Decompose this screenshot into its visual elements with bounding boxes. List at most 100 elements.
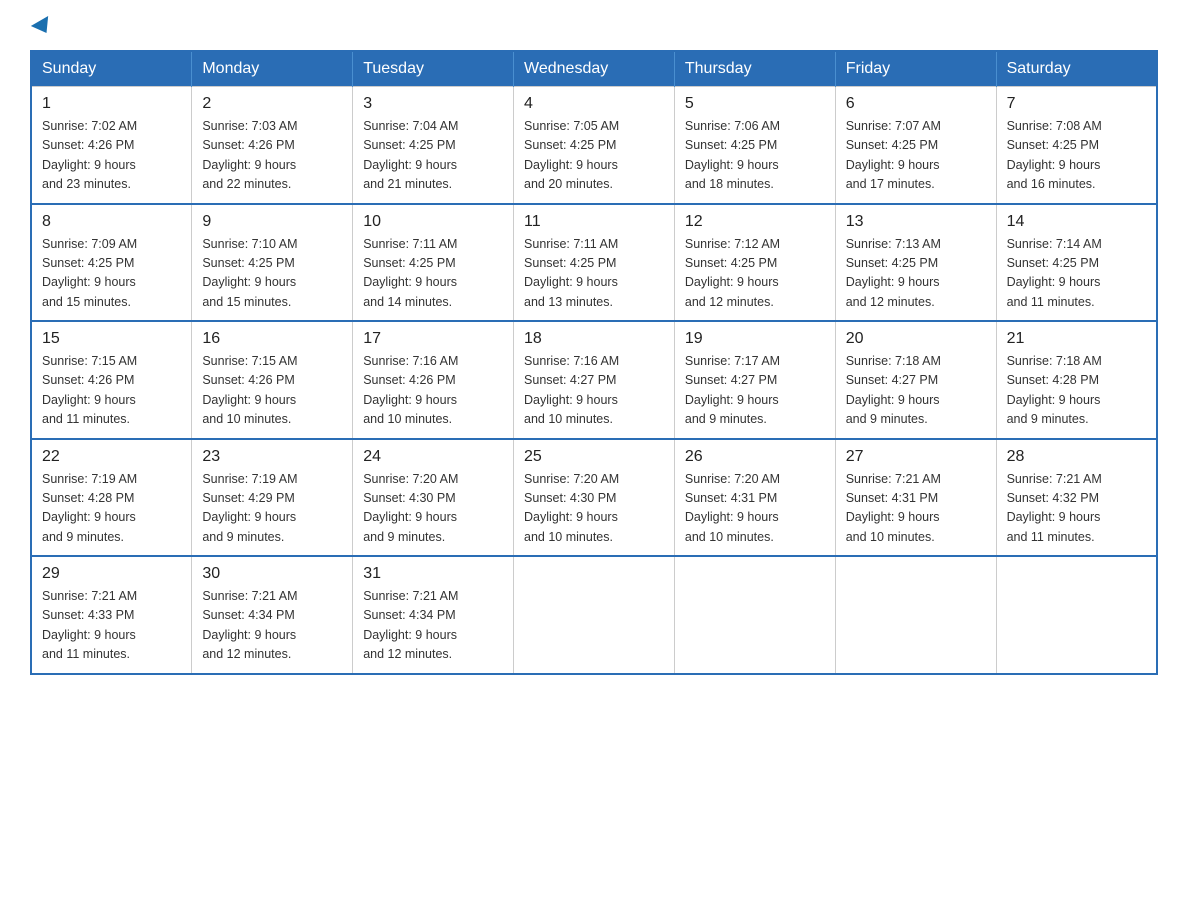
calendar-day-cell: 30 Sunrise: 7:21 AMSunset: 4:34 PMDayligh… [192, 556, 353, 674]
day-number: 12 [685, 213, 825, 231]
day-sun-info: Sunrise: 7:21 AMSunset: 4:32 PMDaylight:… [1007, 470, 1146, 548]
calendar-day-cell: 15Sunrise: 7:15 AMSunset: 4:26 PMDayligh… [31, 321, 192, 439]
calendar-header-row: SundayMondayTuesdayWednesdayThursdayFrid… [31, 51, 1157, 87]
day-number: 20 [846, 330, 986, 348]
day-number: 21 [1007, 330, 1146, 348]
day-sun-info: Sunrise: 7:15 AMSunset: 4:26 PMDaylight:… [202, 352, 342, 430]
header [30, 20, 1158, 34]
day-number: 24 [363, 448, 503, 466]
day-number: 26 [685, 448, 825, 466]
day-number: 5 [685, 95, 825, 113]
day-number: 28 [1007, 448, 1146, 466]
day-number: 17 [363, 330, 503, 348]
calendar-day-cell: 3 Sunrise: 7:04 AMSunset: 4:25 PMDaylight… [353, 87, 514, 204]
calendar-day-cell: 17 Sunrise: 7:16 AMSunset: 4:26 PMDayligh… [353, 321, 514, 439]
day-number: 9 [202, 213, 342, 231]
day-sun-info: Sunrise: 7:15 AMSunset: 4:26 PMDaylight:… [42, 352, 181, 430]
day-sun-info: Sunrise: 7:14 AMSunset: 4:25 PMDaylight:… [1007, 235, 1146, 313]
day-sun-info: Sunrise: 7:04 AMSunset: 4:25 PMDaylight:… [363, 117, 503, 195]
day-sun-info: Sunrise: 7:17 AMSunset: 4:27 PMDaylight:… [685, 352, 825, 430]
day-of-week-header: Monday [192, 51, 353, 87]
day-number: 27 [846, 448, 986, 466]
day-number: 30 [202, 565, 342, 583]
day-number: 25 [524, 448, 664, 466]
day-sun-info: Sunrise: 7:07 AMSunset: 4:25 PMDaylight:… [846, 117, 986, 195]
calendar-week-row: 22 Sunrise: 7:19 AMSunset: 4:28 PMDayligh… [31, 439, 1157, 557]
calendar-day-cell [674, 556, 835, 674]
calendar-day-cell: 11 Sunrise: 7:11 AMSunset: 4:25 PMDayligh… [514, 204, 675, 322]
day-sun-info: Sunrise: 7:12 AMSunset: 4:25 PMDaylight:… [685, 235, 825, 313]
calendar-day-cell: 25 Sunrise: 7:20 AMSunset: 4:30 PMDayligh… [514, 439, 675, 557]
calendar-day-cell: 18Sunrise: 7:16 AMSunset: 4:27 PMDayligh… [514, 321, 675, 439]
day-sun-info: Sunrise: 7:19 AMSunset: 4:29 PMDaylight:… [202, 470, 342, 548]
day-sun-info: Sunrise: 7:18 AMSunset: 4:27 PMDaylight:… [846, 352, 986, 430]
day-sun-info: Sunrise: 7:11 AMSunset: 4:25 PMDaylight:… [524, 235, 664, 313]
calendar-day-cell: 26 Sunrise: 7:20 AMSunset: 4:31 PMDayligh… [674, 439, 835, 557]
calendar-day-cell: 27 Sunrise: 7:21 AMSunset: 4:31 PMDayligh… [835, 439, 996, 557]
day-number: 31 [363, 565, 503, 583]
day-sun-info: Sunrise: 7:08 AMSunset: 4:25 PMDaylight:… [1007, 117, 1146, 195]
calendar-day-cell: 4 Sunrise: 7:05 AMSunset: 4:25 PMDaylight… [514, 87, 675, 204]
day-of-week-header: Sunday [31, 51, 192, 87]
day-number: 11 [524, 213, 664, 231]
day-number: 10 [363, 213, 503, 231]
day-sun-info: Sunrise: 7:19 AMSunset: 4:28 PMDaylight:… [42, 470, 181, 548]
day-number: 6 [846, 95, 986, 113]
calendar-day-cell: 14 Sunrise: 7:14 AMSunset: 4:25 PMDayligh… [996, 204, 1157, 322]
day-sun-info: Sunrise: 7:02 AMSunset: 4:26 PMDaylight:… [42, 117, 181, 195]
day-number: 22 [42, 448, 181, 466]
day-sun-info: Sunrise: 7:21 AMSunset: 4:31 PMDaylight:… [846, 470, 986, 548]
day-sun-info: Sunrise: 7:20 AMSunset: 4:30 PMDaylight:… [524, 470, 664, 548]
calendar-day-cell [996, 556, 1157, 674]
day-sun-info: Sunrise: 7:20 AMSunset: 4:31 PMDaylight:… [685, 470, 825, 548]
day-sun-info: Sunrise: 7:21 AMSunset: 4:33 PMDaylight:… [42, 587, 181, 665]
day-sun-info: Sunrise: 7:11 AMSunset: 4:25 PMDaylight:… [363, 235, 503, 313]
day-of-week-header: Tuesday [353, 51, 514, 87]
day-of-week-header: Thursday [674, 51, 835, 87]
day-number: 8 [42, 213, 181, 231]
day-sun-info: Sunrise: 7:16 AMSunset: 4:27 PMDaylight:… [524, 352, 664, 430]
day-sun-info: Sunrise: 7:13 AMSunset: 4:25 PMDaylight:… [846, 235, 986, 313]
day-sun-info: Sunrise: 7:21 AMSunset: 4:34 PMDaylight:… [202, 587, 342, 665]
day-of-week-header: Friday [835, 51, 996, 87]
calendar-table: SundayMondayTuesdayWednesdayThursdayFrid… [30, 50, 1158, 675]
logo [30, 20, 53, 34]
logo-triangle-icon [31, 16, 55, 38]
day-number: 7 [1007, 95, 1146, 113]
day-number: 2 [202, 95, 342, 113]
day-number: 16 [202, 330, 342, 348]
day-number: 3 [363, 95, 503, 113]
day-sun-info: Sunrise: 7:20 AMSunset: 4:30 PMDaylight:… [363, 470, 503, 548]
calendar-day-cell: 12 Sunrise: 7:12 AMSunset: 4:25 PMDayligh… [674, 204, 835, 322]
calendar-day-cell: 5 Sunrise: 7:06 AMSunset: 4:25 PMDaylight… [674, 87, 835, 204]
day-sun-info: Sunrise: 7:09 AMSunset: 4:25 PMDaylight:… [42, 235, 181, 313]
calendar-day-cell: 19Sunrise: 7:17 AMSunset: 4:27 PMDayligh… [674, 321, 835, 439]
day-sun-info: Sunrise: 7:18 AMSunset: 4:28 PMDaylight:… [1007, 352, 1146, 430]
day-sun-info: Sunrise: 7:10 AMSunset: 4:25 PMDaylight:… [202, 235, 342, 313]
day-number: 14 [1007, 213, 1146, 231]
calendar-day-cell: 16 Sunrise: 7:15 AMSunset: 4:26 PMDayligh… [192, 321, 353, 439]
calendar-day-cell [835, 556, 996, 674]
day-sun-info: Sunrise: 7:03 AMSunset: 4:26 PMDaylight:… [202, 117, 342, 195]
calendar-day-cell: 1 Sunrise: 7:02 AMSunset: 4:26 PMDaylight… [31, 87, 192, 204]
day-sun-info: Sunrise: 7:05 AMSunset: 4:25 PMDaylight:… [524, 117, 664, 195]
calendar-day-cell: 21 Sunrise: 7:18 AMSunset: 4:28 PMDayligh… [996, 321, 1157, 439]
day-of-week-header: Saturday [996, 51, 1157, 87]
logo-blue-text [30, 20, 53, 34]
calendar-day-cell [514, 556, 675, 674]
day-number: 23 [202, 448, 342, 466]
day-sun-info: Sunrise: 7:16 AMSunset: 4:26 PMDaylight:… [363, 352, 503, 430]
day-number: 1 [42, 95, 181, 113]
calendar-day-cell: 20 Sunrise: 7:18 AMSunset: 4:27 PMDayligh… [835, 321, 996, 439]
calendar-day-cell: 29Sunrise: 7:21 AMSunset: 4:33 PMDayligh… [31, 556, 192, 674]
day-sun-info: Sunrise: 7:21 AMSunset: 4:34 PMDaylight:… [363, 587, 503, 665]
calendar-day-cell: 13 Sunrise: 7:13 AMSunset: 4:25 PMDayligh… [835, 204, 996, 322]
day-number: 4 [524, 95, 664, 113]
calendar-day-cell: 22 Sunrise: 7:19 AMSunset: 4:28 PMDayligh… [31, 439, 192, 557]
day-sun-info: Sunrise: 7:06 AMSunset: 4:25 PMDaylight:… [685, 117, 825, 195]
calendar-week-row: 15Sunrise: 7:15 AMSunset: 4:26 PMDayligh… [31, 321, 1157, 439]
calendar-day-cell: 23 Sunrise: 7:19 AMSunset: 4:29 PMDayligh… [192, 439, 353, 557]
calendar-week-row: 29Sunrise: 7:21 AMSunset: 4:33 PMDayligh… [31, 556, 1157, 674]
day-number: 13 [846, 213, 986, 231]
calendar-day-cell: 9 Sunrise: 7:10 AMSunset: 4:25 PMDaylight… [192, 204, 353, 322]
